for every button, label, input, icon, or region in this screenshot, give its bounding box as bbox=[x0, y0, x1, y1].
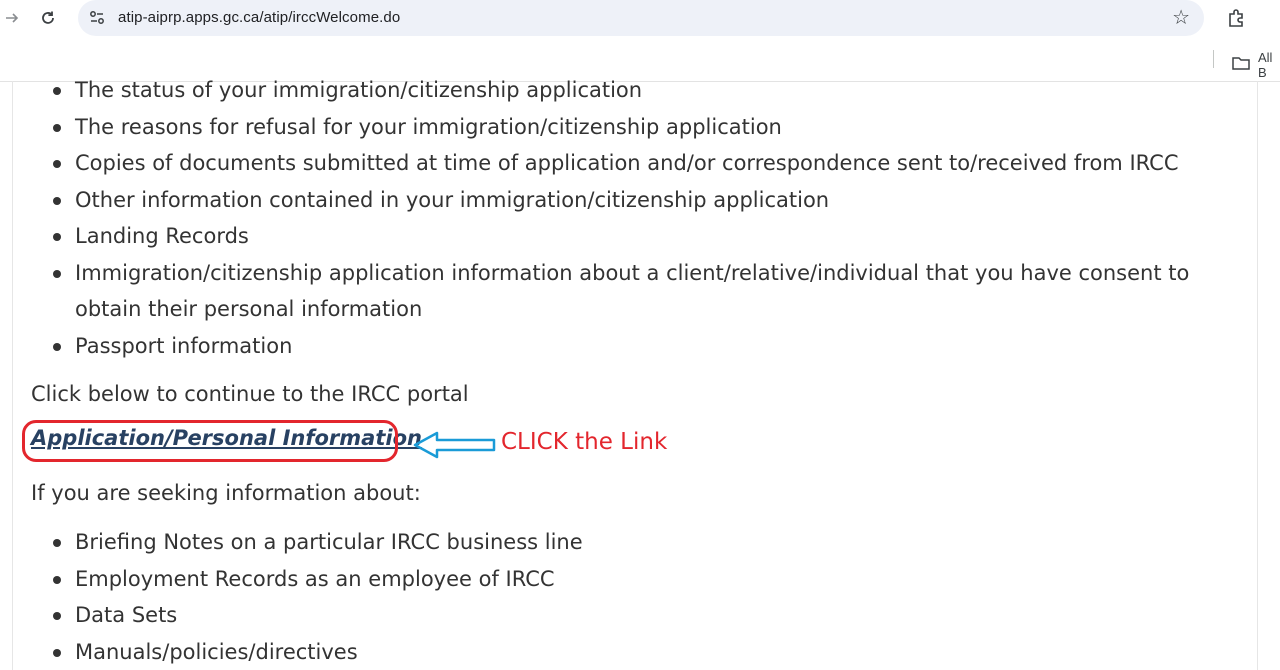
reload-icon[interactable] bbox=[36, 6, 60, 30]
star-icon[interactable]: ☆ bbox=[1172, 5, 1190, 30]
seeking-heading: If you are seeking information about: bbox=[31, 481, 421, 505]
list-item: Landing Records bbox=[13, 218, 1257, 255]
list-item: The reasons for refusal for your immigra… bbox=[13, 109, 1257, 146]
portal-link-container: Application/Personal Information bbox=[31, 426, 422, 450]
site-info-icon[interactable] bbox=[86, 7, 108, 29]
address-bar[interactable]: atip-aiprp.apps.gc.ca/atip/irccWelcome.d… bbox=[78, 0, 1204, 36]
list-item: Passport information bbox=[13, 328, 1257, 365]
forward-icon[interactable] bbox=[0, 6, 24, 30]
list-item: Employment Records as an employee of IRC… bbox=[13, 561, 1257, 598]
continue-instruction: Click below to continue to the IRCC port… bbox=[31, 382, 469, 406]
extensions-icon[interactable] bbox=[1224, 6, 1248, 30]
list-item: The status of your immigration/citizensh… bbox=[13, 72, 1257, 109]
browser-toolbar: atip-aiprp.apps.gc.ca/atip/irccWelcome.d… bbox=[0, 0, 1280, 82]
list-item: Data Sets bbox=[13, 597, 1257, 634]
info-list-bottom: Briefing Notes on a particular IRCC busi… bbox=[13, 524, 1257, 670]
list-item: Copies of documents submitted at time of… bbox=[13, 145, 1257, 182]
bookmark-divider bbox=[1213, 50, 1214, 68]
list-item: Briefing Notes on a particular IRCC busi… bbox=[13, 524, 1257, 561]
all-bookmarks-label: All B bbox=[1258, 50, 1273, 80]
application-personal-information-link[interactable]: Application/Personal Information bbox=[31, 426, 422, 450]
annotation-arrow-icon bbox=[413, 431, 496, 459]
url-text[interactable]: atip-aiprp.apps.gc.ca/atip/irccWelcome.d… bbox=[118, 9, 400, 26]
annotation-label: CLICK the Link bbox=[501, 429, 668, 455]
list-item: Manuals/policies/directives bbox=[13, 634, 1257, 670]
page-content: The status of your immigration/citizensh… bbox=[12, 78, 1258, 670]
list-item: Other information contained in your immi… bbox=[13, 182, 1257, 219]
info-list-top: The status of your immigration/citizensh… bbox=[13, 72, 1257, 364]
list-item: Immigration/citizenship application info… bbox=[13, 255, 1257, 328]
